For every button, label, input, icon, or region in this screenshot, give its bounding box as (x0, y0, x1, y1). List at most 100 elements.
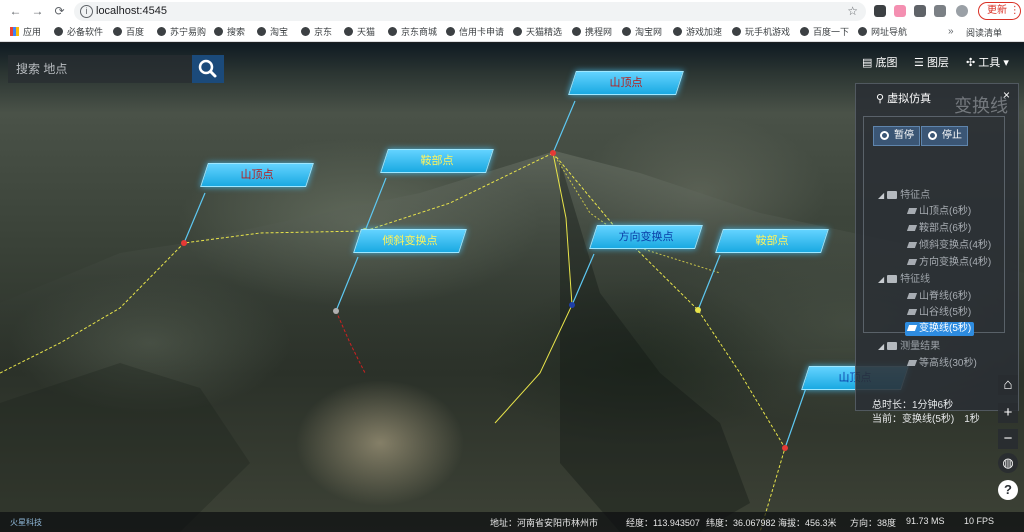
update-button[interactable]: 更新 ⋮ (978, 2, 1021, 20)
peak-point[interactable] (550, 150, 556, 156)
tree-item[interactable]: 山谷线(5秒) (906, 306, 971, 320)
bookmarks-more-button[interactable]: » (948, 26, 954, 37)
help-icon[interactable]: ? (998, 480, 1018, 500)
extension-icon[interactable] (894, 5, 906, 17)
bookmark-item[interactable]: 京东 (301, 26, 332, 39)
bookmark-item[interactable]: 苏宁易购 (157, 26, 206, 39)
map-label-direction-change[interactable]: 方向变换点 (589, 225, 703, 249)
star-icon[interactable]: ☆ (847, 4, 858, 18)
globe-icon[interactable]: ◍ (998, 453, 1018, 473)
basemap-button[interactable]: ▤ 底图 (862, 56, 897, 70)
map-label-saddle[interactable]: 鞍部点 (380, 149, 494, 173)
info-icon[interactable]: i (80, 5, 93, 18)
close-icon[interactable]: × (1003, 88, 1010, 102)
map-label-peak[interactable]: 山顶点 (200, 163, 314, 187)
map-label-saddle[interactable]: 鞍部点 (715, 229, 829, 253)
forward-arrow-icon[interactable]: → (30, 4, 45, 19)
layers-button[interactable]: ☰ 图层 (914, 56, 949, 70)
globe-icon (858, 27, 867, 36)
bookmark-item[interactable]: 必备软件 (54, 26, 103, 39)
tag-icon (906, 325, 918, 331)
bookmark-apps[interactable]: 应用 (10, 26, 41, 39)
bookmark-item[interactable]: 京东商城 (388, 26, 437, 39)
bookmark-item[interactable]: 游戏加速 (673, 26, 722, 39)
bookmark-item[interactable]: 百度一下 (800, 26, 849, 39)
bookmarks-bar: 应用 必备软件 百度 苏宁易购 搜索 淘宝 京东 天猫 京东商城 信用卡申请 天… (0, 23, 1024, 42)
saddle-point[interactable] (695, 307, 701, 313)
globe-icon (673, 27, 682, 36)
tree-group-label: 特征点 (900, 190, 931, 201)
tree-group-feature-lines[interactable]: ◢ 特征线 (878, 273, 930, 287)
peak-point[interactable] (782, 445, 788, 451)
zoom-out-button[interactable]: − (998, 429, 1018, 449)
back-arrow-icon[interactable]: ← (8, 4, 23, 19)
bookmark-label: 百度一下 (813, 27, 850, 37)
globe-icon (388, 27, 397, 36)
tree-group-label: 特征线 (900, 274, 931, 285)
bookmark-item[interactable]: 天猫精选 (513, 26, 562, 39)
bookmark-label: 应用 (23, 27, 42, 37)
map-viewport[interactable]: ▤ 底图 ☰ 图层 ✣ 工具 ▾ 山顶点 山顶点 鞍部点 倾斜变换点 方向变换点… (0, 43, 1024, 532)
bookmark-item[interactable]: 携程网 (572, 26, 612, 39)
bookmark-item[interactable]: 玩手机游戏 (732, 26, 790, 39)
home-icon[interactable]: ⌂ (998, 375, 1018, 395)
map-label-text: 山顶点 (609, 77, 643, 89)
zoom-in-button[interactable]: + (998, 403, 1018, 423)
tree-item[interactable]: 等高线(30秒) (906, 357, 977, 371)
tree-item[interactable]: 倾斜变换点(4秒) (906, 239, 991, 253)
pin-icon: ⚲ (876, 93, 885, 105)
globe-icon (572, 27, 581, 36)
bookmark-item[interactable]: 信用卡申请 (446, 26, 504, 39)
basemap-label: 底图 (875, 57, 898, 69)
peak-point[interactable] (181, 240, 187, 246)
current-progress: 当前：变换线(5秒) 1秒 (872, 414, 980, 425)
tools-button[interactable]: ✣ 工具 ▾ (966, 56, 1009, 70)
tree-group-measurement[interactable]: ◢ 测量结果 (878, 340, 940, 354)
bookmark-item[interactable]: 淘宝网 (622, 26, 662, 39)
address-bar[interactable]: i localhost:4545 ☆ (74, 2, 866, 21)
simulation-panel: ⚲ 虚拟仿真 变换线 × 暂停 停止 ◢ 特征点 山顶点(6秒) 鞍部点(6秒) … (855, 83, 1019, 425)
caret-down-icon: ▾ (1003, 57, 1009, 69)
bookmark-item[interactable]: 淘宝 (257, 26, 288, 39)
bookmark-item[interactable]: 天猫 (344, 26, 375, 39)
tree-item[interactable]: 山脊线(6秒) (906, 290, 971, 304)
globe-icon (732, 27, 741, 36)
profile-icon[interactable] (956, 5, 968, 17)
tree-item-label: 等高线(30秒) (919, 358, 977, 369)
reading-list-button[interactable]: 阅读清单 (966, 26, 1002, 39)
globe-icon (157, 27, 166, 36)
tree-item[interactable]: 方向变换点(4秒) (906, 256, 991, 270)
globe-icon (800, 27, 809, 36)
tree-item[interactable]: 鞍部点(6秒) (906, 222, 972, 236)
pause-button[interactable]: 暂停 (873, 126, 920, 146)
search-button[interactable] (192, 55, 224, 83)
map-label-slope-change[interactable]: 倾斜变换点 (353, 229, 467, 253)
slope-change-point[interactable] (333, 308, 339, 314)
tree-item[interactable]: 山顶点(6秒) (906, 205, 971, 219)
extension-icon[interactable] (874, 5, 886, 17)
folder-icon (887, 342, 898, 350)
puzzle-icon[interactable] (914, 5, 926, 17)
globe-icon (113, 27, 122, 36)
stop-button[interactable]: 停止 (921, 126, 968, 146)
reload-icon[interactable]: ⟳ (52, 4, 67, 19)
caret-down-icon: ◢ (878, 191, 885, 200)
search-input[interactable] (8, 55, 184, 83)
bookmark-item[interactable]: 网址导航 (858, 26, 907, 39)
bookmark-label: 淘宝网 (635, 27, 663, 37)
direction-change-point[interactable] (569, 302, 575, 308)
label-leader (552, 100, 576, 154)
bookmark-item[interactable]: 搜索 (214, 26, 245, 39)
bookmark-label: 必备软件 (67, 27, 104, 37)
media-icon[interactable] (934, 5, 946, 17)
tree-group-feature-points[interactable]: ◢ 特征点 (878, 189, 930, 203)
valley-shadow (0, 363, 250, 532)
address-url[interactable]: localhost:4545 (96, 5, 167, 17)
bookmark-item[interactable]: 百度 (113, 26, 144, 39)
tree-item-selected[interactable]: 变换线(5秒) (905, 322, 975, 336)
panel-title: ⚲ 虚拟仿真 (876, 90, 931, 106)
browser-window: ← → ⟳ i localhost:4545 ☆ 更新 ⋮ 应用 必备软件 百度… (0, 0, 1024, 532)
tag-icon (906, 309, 918, 315)
map-label-peak[interactable]: 山顶点 (568, 71, 684, 95)
tree-item-label: 鞍部点(6秒) (919, 223, 972, 234)
